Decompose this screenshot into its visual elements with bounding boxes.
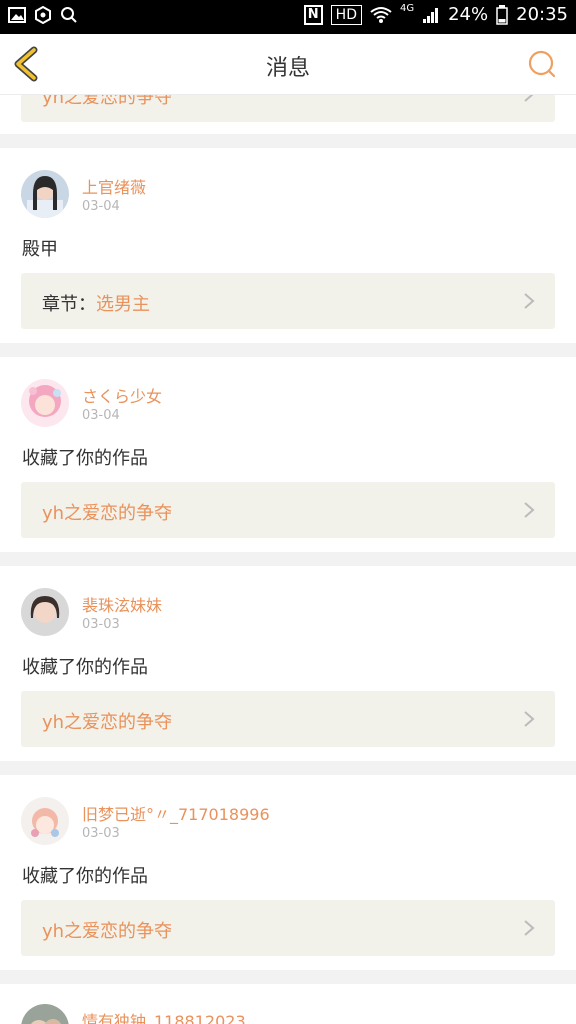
work-reference[interactable]: yh之爱恋的争夺 [21, 94, 555, 122]
battery-icon [496, 4, 508, 25]
username[interactable]: 裴珠泫妹妹 [82, 592, 162, 616]
message-card: yh之爱恋的争夺 [0, 94, 576, 134]
message-date: 03-04 [82, 408, 120, 423]
signal-icon [423, 7, 439, 23]
message-card: 上官绪薇 03-04 殿甲 章节：选男主 [0, 148, 576, 343]
message-list: yh之爱恋的争夺 上官绪薇 03-04 殿甲 章节：选男主 さくら少女 03-0… [0, 94, 576, 1024]
work-title: yh之爱恋的争夺 [42, 712, 173, 733]
message-text: 殿甲 [22, 239, 58, 260]
chevron-right-icon [524, 502, 535, 518]
message-date: 03-03 [82, 826, 120, 841]
username[interactable]: 旧梦已逝°〃_717018996 [82, 801, 270, 825]
chevron-right-icon [524, 293, 535, 309]
work-reference[interactable]: yh之爱恋的争夺 [21, 900, 555, 956]
message-date: 03-04 [82, 199, 120, 214]
chevron-right-icon [524, 94, 535, 102]
work-title: 选男主 [96, 294, 150, 315]
page-title: 消息 [265, 56, 310, 81]
status-bar: N HD 4G 24% 20:35 [0, 0, 576, 34]
username[interactable]: さくら少女 [82, 383, 162, 407]
battery-percent: 24% [448, 4, 489, 25]
avatar[interactable] [21, 797, 69, 845]
ref-prefix: 章节： [42, 294, 96, 315]
nfc-icon: N [303, 4, 323, 25]
work-reference[interactable]: yh之爱恋的争夺 [21, 691, 555, 747]
nav-bar: 消息 [0, 34, 576, 95]
username[interactable]: 情有独钟_118812023 [82, 1008, 246, 1024]
wifi-icon [370, 6, 392, 23]
network-type: 4G [399, 3, 415, 14]
avatar[interactable] [21, 588, 69, 636]
work-title: yh之爱恋的争夺 [42, 503, 173, 524]
work-title: yh之爱恋的争夺 [42, 94, 173, 108]
work-title: yh之爱恋的争夺 [42, 921, 173, 942]
chevron-right-icon [524, 711, 535, 727]
avatar[interactable] [21, 170, 69, 218]
message-text: 收藏了你的作品 [22, 866, 148, 887]
hexagon-icon [35, 6, 51, 24]
image-icon [8, 7, 26, 23]
message-card: 裴珠泫妹妹 03-03 收藏了你的作品 yh之爱恋的争夺 [0, 566, 576, 761]
work-reference[interactable]: 章节：选男主 [21, 273, 555, 329]
avatar[interactable] [21, 1004, 69, 1024]
clock: 20:35 [516, 4, 568, 25]
search-button[interactable] [528, 50, 556, 78]
message-text: 收藏了你的作品 [22, 448, 148, 469]
work-reference[interactable]: yh之爱恋的争夺 [21, 482, 555, 538]
search-icon [61, 7, 77, 23]
message-date: 03-03 [82, 617, 120, 632]
message-card: さくら少女 03-04 收藏了你的作品 yh之爱恋的争夺 [0, 357, 576, 552]
message-card: 旧梦已逝°〃_717018996 03-03 收藏了你的作品 yh之爱恋的争夺 [0, 775, 576, 970]
message-text: 收藏了你的作品 [22, 657, 148, 678]
hd-badge: HD [330, 4, 362, 25]
chevron-right-icon [524, 920, 535, 936]
avatar[interactable] [21, 379, 69, 427]
username[interactable]: 上官绪薇 [82, 174, 146, 198]
message-card: 情有独钟_118812023 [0, 984, 576, 1024]
